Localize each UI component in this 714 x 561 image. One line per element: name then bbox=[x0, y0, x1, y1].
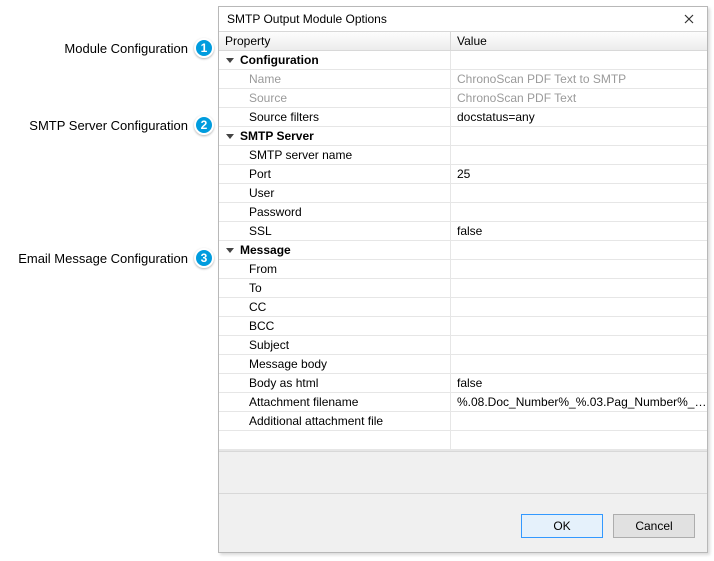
row-port-label: Port bbox=[249, 167, 271, 181]
row-bcc[interactable]: BCC bbox=[219, 317, 707, 336]
row-message-body[interactable]: Message body bbox=[219, 355, 707, 374]
row-password-value[interactable] bbox=[451, 203, 707, 221]
annotation-1-badge: 1 bbox=[194, 38, 214, 58]
row-port[interactable]: Port 25 bbox=[219, 165, 707, 184]
collapse-icon[interactable] bbox=[225, 132, 234, 141]
row-message-body-value[interactable] bbox=[451, 355, 707, 373]
row-body-as-html[interactable]: Body as html false bbox=[219, 374, 707, 393]
ok-button[interactable]: OK bbox=[521, 514, 603, 538]
row-body-as-html-label: Body as html bbox=[249, 376, 318, 390]
row-subject-label: Subject bbox=[249, 338, 289, 352]
collapse-icon[interactable] bbox=[225, 246, 234, 255]
collapse-icon[interactable] bbox=[225, 56, 234, 65]
row-smtp-server-name-label: SMTP server name bbox=[249, 148, 352, 162]
row-source-filters-value[interactable]: docstatus=any bbox=[451, 108, 707, 126]
row-ssl[interactable]: SSL false bbox=[219, 222, 707, 241]
row-smtp-server-name-value[interactable] bbox=[451, 146, 707, 164]
row-from-label: From bbox=[249, 262, 277, 276]
titlebar: SMTP Output Module Options bbox=[219, 7, 707, 31]
row-message-body-label: Message body bbox=[249, 357, 327, 371]
grid-empty-row bbox=[219, 431, 707, 450]
row-to-label: To bbox=[249, 281, 262, 295]
row-from[interactable]: From bbox=[219, 260, 707, 279]
row-password-label: Password bbox=[249, 205, 302, 219]
row-subject[interactable]: Subject bbox=[219, 336, 707, 355]
row-additional-attachment[interactable]: Additional attachment file bbox=[219, 412, 707, 431]
row-cc-value[interactable] bbox=[451, 298, 707, 316]
row-name-value: ChronoScan PDF Text to SMTP bbox=[451, 70, 707, 88]
grid-header: Property Value bbox=[219, 31, 707, 51]
smtp-options-dialog: SMTP Output Module Options Property Valu… bbox=[218, 6, 708, 553]
group-smtp-server[interactable]: SMTP Server bbox=[219, 127, 707, 146]
header-property: Property bbox=[219, 32, 451, 50]
row-name-label: Name bbox=[249, 72, 281, 86]
row-subject-value[interactable] bbox=[451, 336, 707, 354]
row-bcc-label: BCC bbox=[249, 319, 274, 333]
close-icon[interactable] bbox=[677, 7, 701, 31]
row-attachment-filename[interactable]: Attachment filename %.08.Doc_Number%_%.0… bbox=[219, 393, 707, 412]
annotation-3: Email Message Configuration 3 bbox=[18, 248, 214, 268]
row-source-value: ChronoScan PDF Text bbox=[451, 89, 707, 107]
row-ssl-label: SSL bbox=[249, 224, 272, 238]
description-panel bbox=[219, 451, 707, 493]
group-smtp-server-label: SMTP Server bbox=[240, 129, 314, 143]
row-source-filters[interactable]: Source filters docstatus=any bbox=[219, 108, 707, 127]
group-message[interactable]: Message bbox=[219, 241, 707, 260]
row-bcc-value[interactable] bbox=[451, 317, 707, 335]
annotation-2: SMTP Server Configuration 2 bbox=[29, 115, 214, 135]
dialog-title: SMTP Output Module Options bbox=[227, 12, 677, 26]
cancel-button[interactable]: Cancel bbox=[613, 514, 695, 538]
group-configuration[interactable]: Configuration bbox=[219, 51, 707, 70]
row-smtp-server-name[interactable]: SMTP server name bbox=[219, 146, 707, 165]
row-port-value[interactable]: 25 bbox=[451, 165, 707, 183]
row-attachment-filename-label: Attachment filename bbox=[249, 395, 358, 409]
row-ssl-value[interactable]: false bbox=[451, 222, 707, 240]
header-value: Value bbox=[451, 32, 707, 50]
group-message-label: Message bbox=[240, 243, 291, 257]
row-password[interactable]: Password bbox=[219, 203, 707, 222]
annotation-2-text: SMTP Server Configuration bbox=[29, 118, 188, 133]
row-to-value[interactable] bbox=[451, 279, 707, 297]
row-to[interactable]: To bbox=[219, 279, 707, 298]
row-attachment-filename-value[interactable]: %.08.Doc_Number%_%.03.Pag_Number%_of_... bbox=[451, 393, 707, 411]
row-user-label: User bbox=[249, 186, 274, 200]
row-cc-label: CC bbox=[249, 300, 266, 314]
row-source-label: Source bbox=[249, 91, 287, 105]
row-additional-attachment-label: Additional attachment file bbox=[249, 414, 383, 428]
annotation-1: Module Configuration 1 bbox=[64, 38, 214, 58]
row-name: Name ChronoScan PDF Text to SMTP bbox=[219, 70, 707, 89]
row-body-as-html-value[interactable]: false bbox=[451, 374, 707, 392]
annotation-3-text: Email Message Configuration bbox=[18, 251, 188, 266]
dialog-footer: OK Cancel bbox=[219, 493, 707, 552]
row-additional-attachment-value[interactable] bbox=[451, 412, 707, 430]
property-grid: Configuration Name ChronoScan PDF Text t… bbox=[219, 51, 707, 450]
annotation-labels: Module Configuration 1 SMTP Server Confi… bbox=[0, 0, 214, 561]
annotation-1-text: Module Configuration bbox=[64, 41, 188, 56]
group-configuration-label: Configuration bbox=[240, 53, 319, 67]
annotation-3-badge: 3 bbox=[194, 248, 214, 268]
row-source: Source ChronoScan PDF Text bbox=[219, 89, 707, 108]
row-from-value[interactable] bbox=[451, 260, 707, 278]
row-cc[interactable]: CC bbox=[219, 298, 707, 317]
row-user-value[interactable] bbox=[451, 184, 707, 202]
annotation-2-badge: 2 bbox=[194, 115, 214, 135]
row-user[interactable]: User bbox=[219, 184, 707, 203]
row-source-filters-label: Source filters bbox=[249, 110, 319, 124]
